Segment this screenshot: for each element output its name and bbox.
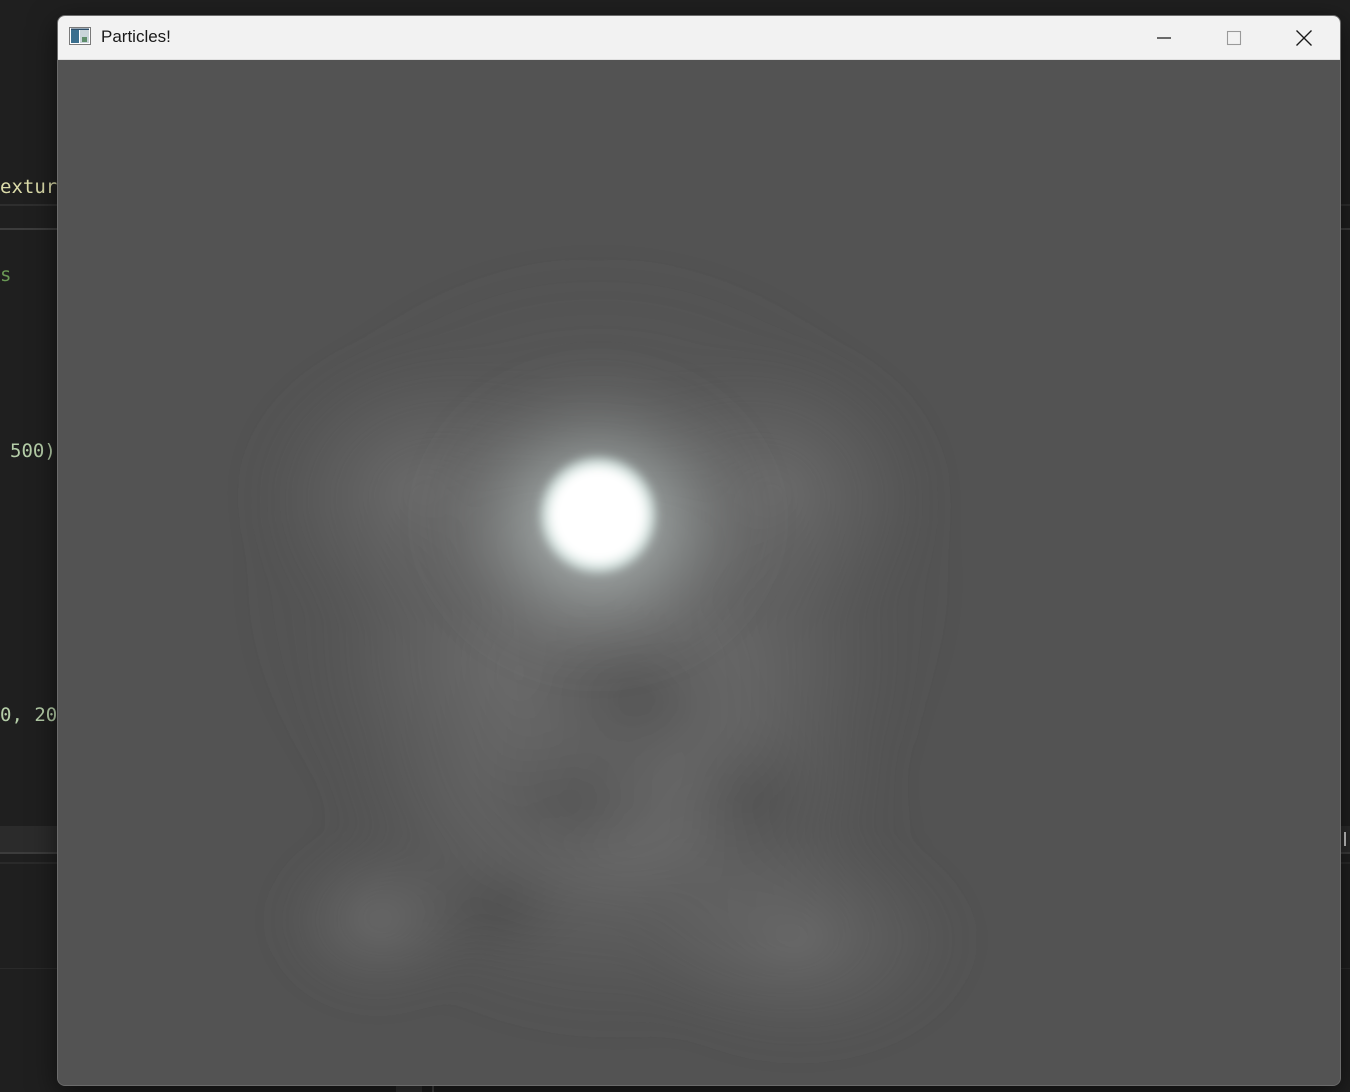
light-source-core <box>536 453 660 577</box>
code-fragment-number: 500) <box>10 440 56 462</box>
particles-window[interactable]: Particles! <box>57 15 1341 1086</box>
particle-render-canvas[interactable] <box>58 60 1340 1085</box>
minimize-button[interactable] <box>1129 16 1199 59</box>
window-titlebar[interactable]: Particles! <box>58 16 1340 60</box>
app-window-icon <box>69 27 91 45</box>
code-fragment-numbers: 0, 20 <box>0 704 58 726</box>
code-fragment-texture: extur <box>0 176 58 198</box>
window-title: Particles! <box>101 27 171 46</box>
maximize-icon <box>1226 30 1242 45</box>
close-button[interactable] <box>1269 16 1339 59</box>
code-fragment-comment: s <box>0 264 12 286</box>
editor-panel-marker <box>1344 832 1346 846</box>
close-icon <box>1296 29 1312 46</box>
maximize-button[interactable] <box>1199 16 1269 59</box>
minimize-icon <box>1157 36 1171 39</box>
particle-scene <box>238 250 978 1060</box>
